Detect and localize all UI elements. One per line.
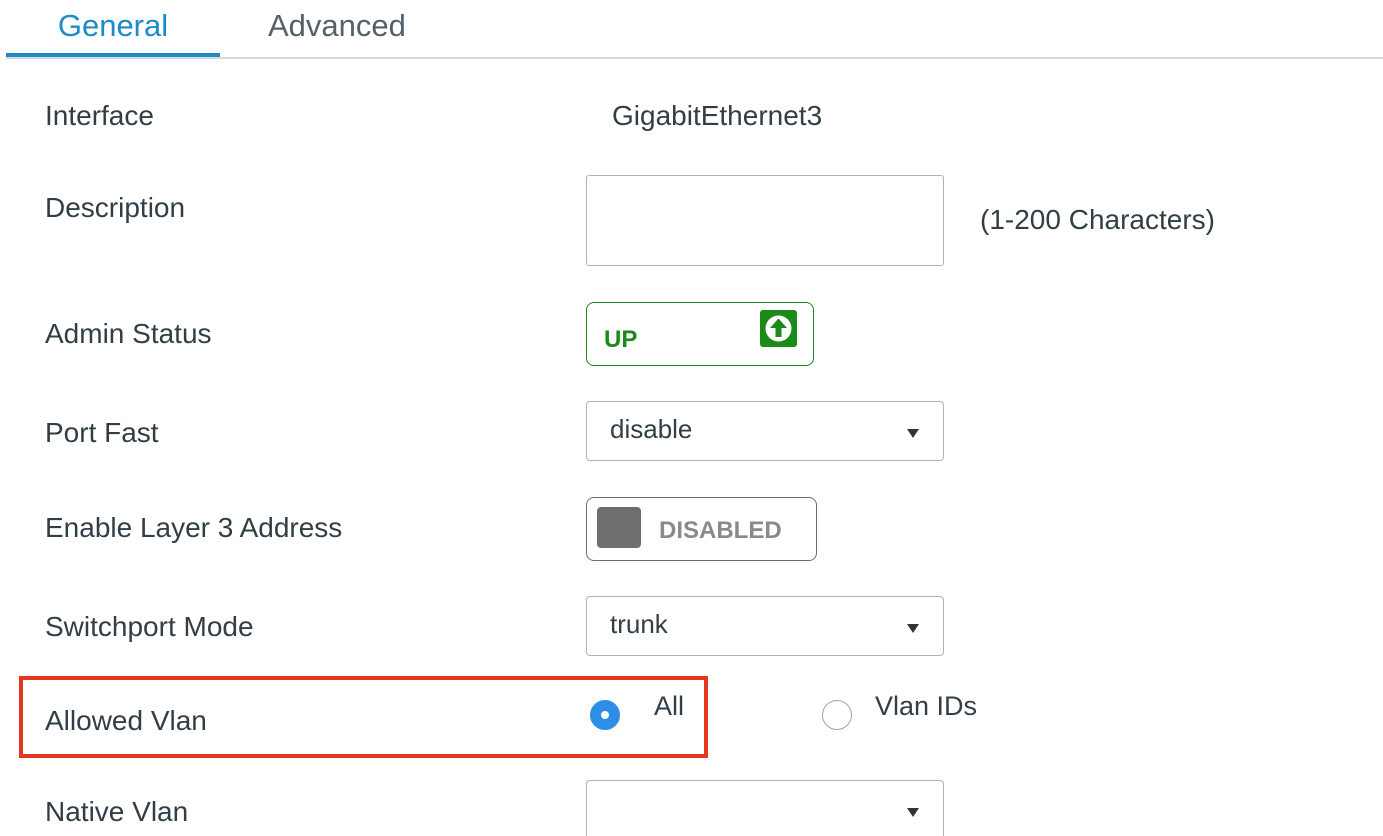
native-vlan-label: Native Vlan: [45, 796, 189, 827]
port-fast-value: disable: [610, 414, 693, 444]
native-vlan-select[interactable]: [586, 780, 944, 836]
admin-status-label: Admin Status: [45, 318, 212, 349]
allowed-vlan-all-label[interactable]: All: [654, 690, 684, 722]
layer3-state: DISABLED: [659, 517, 782, 544]
switchport-mode-select[interactable]: trunk: [586, 596, 944, 656]
tab-bar: General Advanced: [0, 0, 1383, 60]
tab-general[interactable]: General: [6, 8, 220, 44]
layer3-label: Enable Layer 3 Address: [45, 512, 343, 543]
tab-divider: [6, 57, 1383, 59]
description-label: Description: [45, 192, 186, 223]
switchport-mode-label: Switchport Mode: [45, 611, 254, 642]
arrow-up-icon: [760, 310, 797, 347]
allowed-vlan-ids-label[interactable]: Vlan IDs: [875, 690, 977, 722]
port-fast-label: Port Fast: [45, 417, 159, 448]
interface-config-page: General Advanced Interface GigabitEthern…: [0, 0, 1383, 836]
caret-down-icon: [907, 624, 919, 633]
port-fast-select[interactable]: disable: [586, 401, 944, 461]
interface-value: GigabitEthernet3: [612, 100, 823, 131]
layer3-toggle[interactable]: DISABLED: [586, 497, 817, 561]
tab-advanced[interactable]: Advanced: [268, 8, 406, 44]
description-hint: (1-200 Characters): [980, 204, 1215, 235]
admin-status-toggle[interactable]: UP: [586, 302, 814, 366]
allowed-vlan-label: Allowed Vlan: [45, 705, 207, 736]
caret-down-icon: [907, 429, 919, 438]
allowed-vlan-ids-radio[interactable]: [822, 700, 852, 730]
switchport-mode-value: trunk: [610, 609, 668, 639]
allowed-vlan-all-radio[interactable]: [590, 700, 620, 730]
caret-down-icon: [907, 808, 919, 817]
interface-label: Interface: [45, 100, 154, 131]
description-input[interactable]: [586, 175, 944, 266]
toggle-knob: [597, 507, 641, 548]
admin-status-state: UP: [604, 326, 638, 353]
